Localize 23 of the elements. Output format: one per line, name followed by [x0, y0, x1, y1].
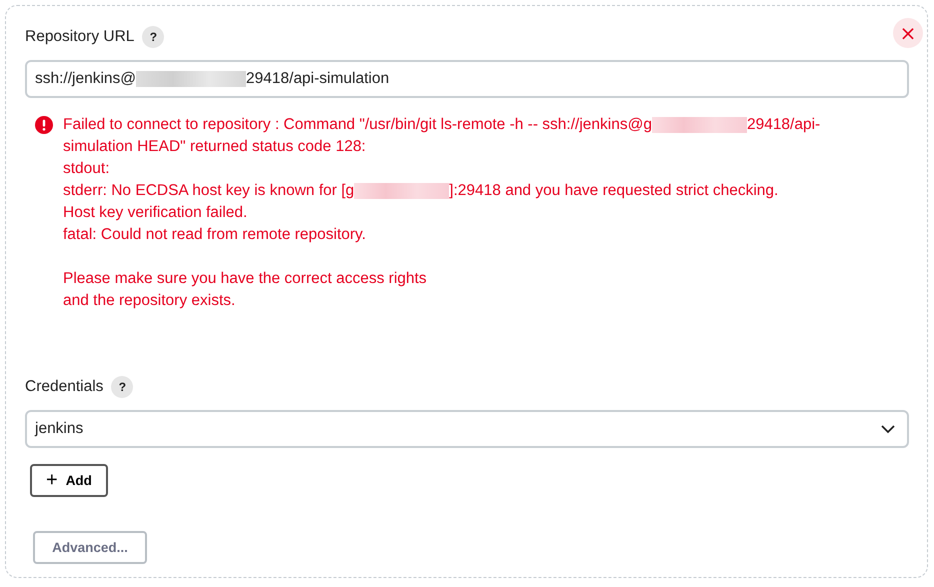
close-button[interactable]: × — [893, 18, 923, 48]
url-input-field[interactable]: ssh://jenkins@ 29418/api-simulation — [25, 60, 909, 98]
credentials-dropdown[interactable]: jenkins — [25, 410, 909, 448]
add-button[interactable]: + Add — [30, 464, 108, 497]
help-button[interactable]: ? — [142, 26, 164, 48]
error-text: Failed to connect to repository : Command "/usr/bin/git ls-remote -h -- ssh://jenkins@g — [63, 115, 652, 135]
error-text: stderr: No ECDSA host key is known for [g — [63, 181, 354, 201]
field-label: Credentials — [25, 378, 104, 396]
error-text: stdout: — [63, 159, 110, 179]
error-text: Host key verification failed. — [63, 203, 248, 223]
error-text: 29418/api- — [746, 115, 820, 135]
error-text: Please make sure you have the correct access rights — [63, 269, 427, 289]
field-label: Repository URL — [25, 28, 134, 46]
url-text: ssh://jenkins@ — [35, 70, 136, 88]
error-text: simulation HEAD" returned status code 128: — [63, 137, 366, 157]
url-text: 29418/api-simulation — [246, 70, 390, 88]
error-icon — [35, 116, 53, 134]
error-text: ]:29418 and you have requested strict checking. — [449, 181, 778, 201]
chevron-down-icon — [881, 424, 895, 434]
advanced-button[interactable]: Advanced... — [33, 531, 147, 564]
error-text: fatal: Could not read from remote repository. — [63, 225, 366, 245]
help-button[interactable]: ? — [111, 376, 134, 398]
error-text: and the repository exists. — [63, 291, 236, 311]
